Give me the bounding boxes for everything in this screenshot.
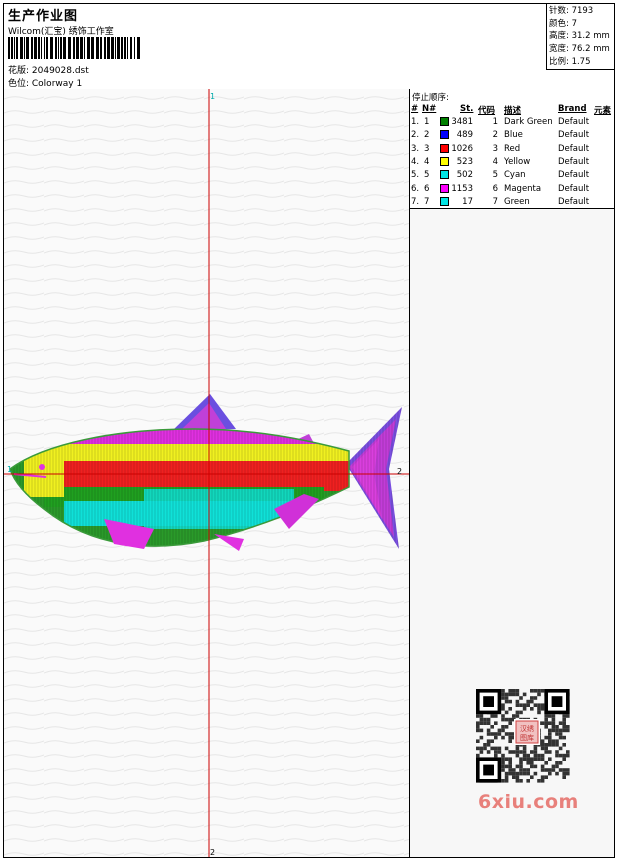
row-num: 1.	[411, 117, 420, 127]
table-row: 3. 3 1026 3 Red Default	[410, 143, 614, 157]
color-swatch	[440, 130, 449, 140]
row-no: 6	[424, 183, 430, 194]
row-desc: Green	[504, 196, 530, 207]
production-sheet: 生产作业图 Wilcom(汇宝) 绣饰工作室 花版: 2049028.dst 色…	[3, 3, 615, 858]
color-swatch	[440, 170, 449, 180]
row-num: 2.	[411, 130, 420, 141]
barcode	[8, 37, 140, 59]
row-stitches: 523	[456, 156, 473, 167]
row-code: 6	[492, 183, 498, 194]
row-code: 1	[492, 117, 498, 127]
row-code: 5	[492, 170, 498, 181]
row-no: 7	[424, 196, 430, 207]
row-code: 3	[492, 143, 498, 154]
fish-eye	[39, 464, 45, 470]
row-stitches: 1026	[451, 143, 473, 154]
row-brand: Default	[558, 196, 590, 207]
row-stitches: 3481	[451, 117, 473, 127]
row-desc: Red	[504, 143, 521, 154]
qr-code: 汉绣 图库	[476, 689, 570, 783]
design-width: 宽度: 76.2 mm	[549, 44, 610, 55]
page-title: 生产作业图	[8, 9, 79, 24]
col-num: #	[411, 104, 419, 114]
seal-mark: 汉绣	[520, 724, 534, 733]
table-header: # N# St. 代码 描述 Brand 元素	[410, 104, 614, 116]
table-row: 7. 7 17 7 Green Default	[410, 196, 614, 210]
stitch-count: 针数: 7193	[549, 6, 594, 16]
col-element: 元素	[594, 106, 612, 116]
row-num: 6.	[411, 183, 420, 194]
svg-text:图库: 图库	[520, 733, 534, 742]
stop-sequence-title: 停止顺序:	[412, 93, 449, 103]
axis-label-top: 1	[210, 92, 215, 101]
axis-label-right: 2	[397, 467, 402, 476]
row-no: 1	[424, 117, 430, 127]
row-brand: Default	[558, 156, 590, 167]
row-code: 2	[492, 130, 498, 141]
row-stitches: 502	[456, 170, 473, 181]
color-count: 颜色: 7	[549, 18, 577, 29]
header: 生产作业图 Wilcom(汇宝) 绣饰工作室 花版: 2049028.dst 色…	[4, 4, 614, 90]
design-stats: 针数: 7193 颜色: 7 高度: 31.2 mm 宽度: 76.2 mm 比…	[546, 4, 614, 70]
row-desc: Magenta	[504, 183, 542, 194]
axis-label-left: 1	[7, 465, 12, 474]
color-swatch	[440, 143, 449, 153]
row-desc: Cyan	[504, 170, 526, 181]
table-row: 1. 1 3481 1 Dark Green Default	[410, 117, 614, 130]
row-num: 3.	[411, 143, 420, 154]
row-num: 5.	[411, 170, 420, 181]
row-brand: Default	[558, 117, 590, 127]
row-code: 7	[492, 196, 498, 207]
table-row: 6. 6 1153 6 Magenta Default	[410, 183, 614, 197]
row-no: 5	[424, 170, 430, 181]
color-swatch	[440, 196, 449, 206]
table-row: 2. 2 489 2 Blue Default	[410, 130, 614, 143]
colorway-label: 色位: Colorway 1	[8, 79, 83, 89]
col-no: N#	[422, 104, 437, 114]
color-swatch	[440, 156, 449, 166]
row-stitches: 1153	[451, 183, 473, 194]
col-desc: 描述	[504, 106, 522, 116]
row-stitches: 17	[462, 196, 473, 207]
col-brand: Brand	[558, 104, 587, 114]
row-no: 3	[424, 143, 430, 154]
axis-label-bottom: 2	[210, 848, 215, 857]
design-height: 高度: 31.2 mm	[549, 31, 610, 42]
color-swatch	[440, 117, 449, 126]
row-desc: Yellow	[504, 156, 531, 167]
color-swatch	[440, 183, 449, 193]
col-st: St.	[460, 104, 474, 114]
embroidery-canvas: 1 2 1 2	[4, 89, 409, 857]
row-num: 4.	[411, 156, 420, 167]
row-stitches: 489	[456, 130, 473, 141]
table-row: 4. 4 523 4 Yellow Default	[410, 156, 614, 170]
row-brand: Default	[558, 183, 590, 194]
design-scale: 比例: 1.75	[549, 56, 591, 67]
row-desc: Dark Green	[504, 117, 553, 127]
col-code: 代码	[478, 106, 496, 116]
row-brand: Default	[558, 170, 590, 181]
studio-name: Wilcom(汇宝) 绣饰工作室	[8, 27, 114, 37]
row-no: 2	[424, 130, 430, 141]
row-no: 4	[424, 156, 430, 167]
watermark-site: 6xiu.com	[478, 791, 579, 813]
design-filename: 花版: 2049028.dst	[8, 66, 89, 76]
row-brand: Default	[558, 130, 590, 141]
row-desc: Blue	[504, 130, 523, 141]
row-num: 7.	[411, 196, 420, 207]
stop-sequence-table: 停止顺序: # N# St. 代码 描述 Brand 元素 1. 1 3481 1 Da…	[410, 89, 614, 209]
design-preview: 1 2 1 2	[4, 89, 410, 857]
row-brand: Default	[558, 143, 590, 154]
table-row: 5. 5 502 5 Cyan Default	[410, 170, 614, 183]
row-code: 4	[492, 156, 498, 167]
